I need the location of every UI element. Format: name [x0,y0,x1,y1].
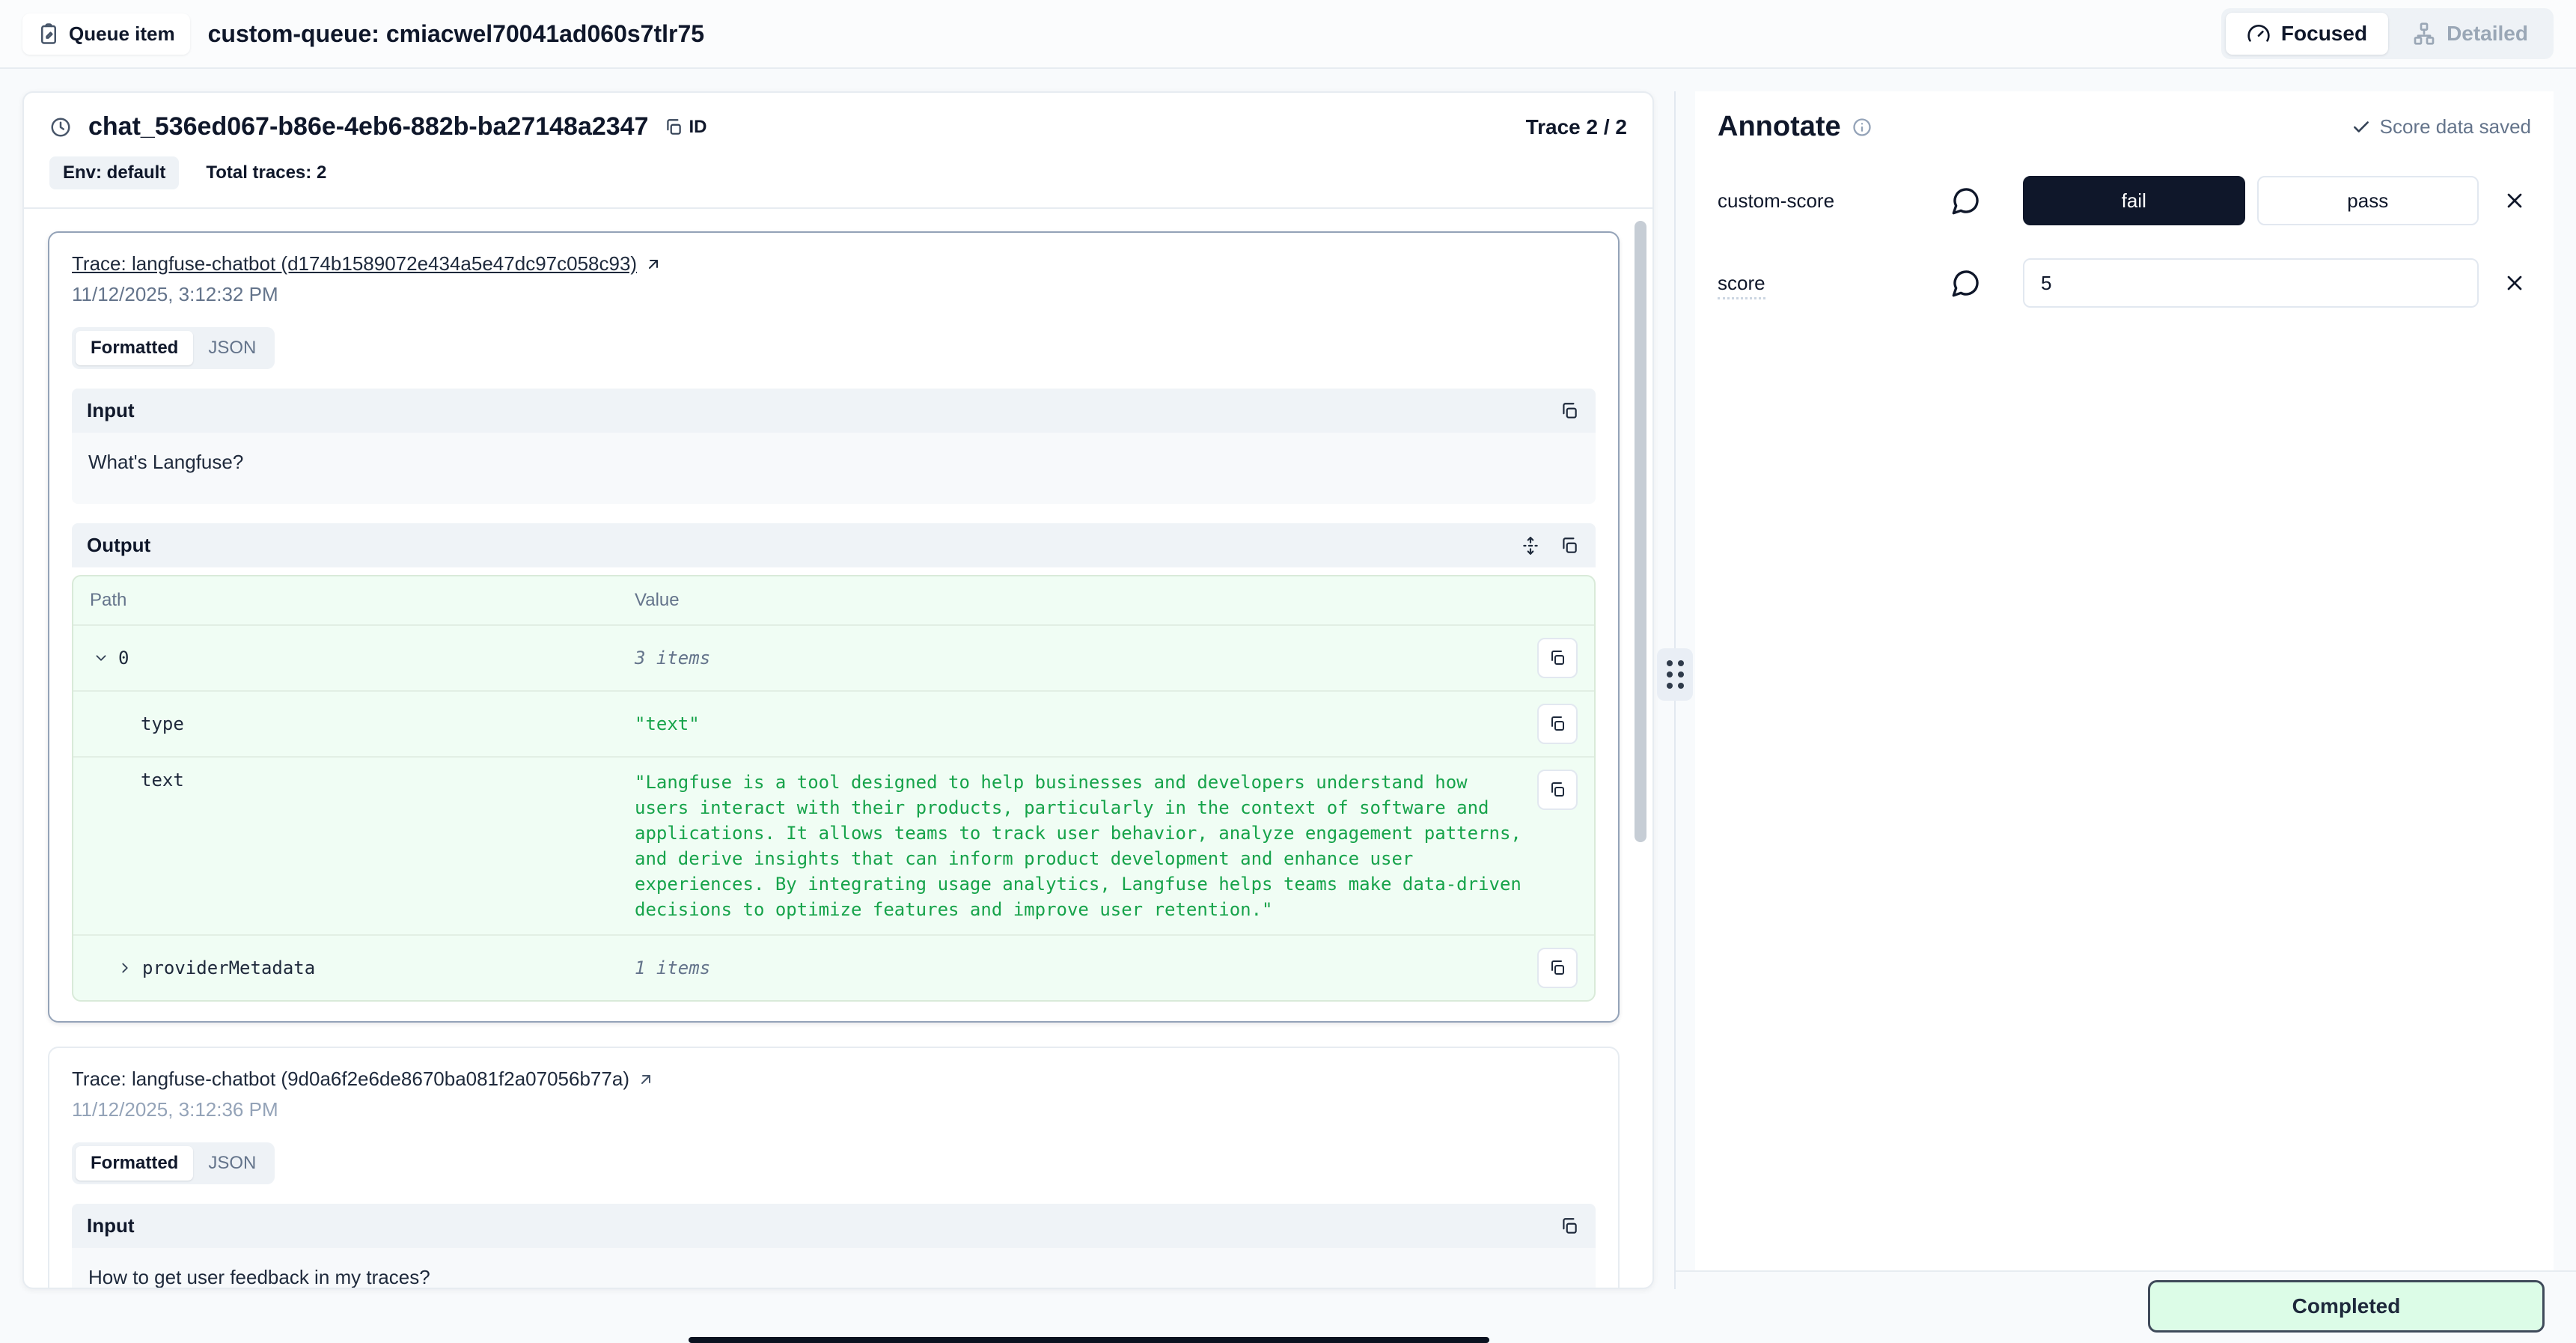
detailed-view-label: Detailed [2447,22,2528,46]
trace-1-output-section: Output Path Value [72,523,1596,1002]
input-label: Input [87,1214,135,1237]
trace-2-link[interactable]: Trace: langfuse-chatbot (9d0a6f2e6de8670… [72,1068,655,1091]
env-badge: Env: default [49,156,179,189]
trace-counter: Trace 2 / 2 [1526,115,1627,139]
chevron-down-icon[interactable] [93,650,109,666]
json-key: 0 [118,648,129,669]
trace-card-2: Trace: langfuse-chatbot (9d0a6f2e6de8670… [48,1047,1620,1288]
focused-view-label: Focused [2281,22,2367,46]
trace-1-timestamp: 11/12/2025, 3:12:32 PM [72,283,1596,306]
json-key: type [141,713,184,734]
json-value: 3 items [635,648,1530,669]
vertical-scrollbar-thumb[interactable] [1635,221,1646,842]
detailed-view-button[interactable]: Detailed [2391,13,2549,55]
queue-item-badge: Queue item [22,13,190,55]
delete-score-icon[interactable] [2498,267,2531,299]
copy-id-button[interactable]: ID [661,114,710,141]
trace-card-1: Trace: langfuse-chatbot (d174b1589072e43… [48,231,1620,1023]
json-key: providerMetadata [142,957,315,978]
json-value: 1 items [635,957,1530,978]
panel-resize-handle[interactable] [1657,648,1693,701]
info-icon[interactable] [1852,117,1873,138]
completed-button[interactable]: Completed [2148,1280,2545,1333]
comment-icon[interactable] [1951,268,1981,298]
column-value: Value [635,590,1578,611]
column-path: Path [90,590,635,611]
pass-option-button[interactable]: pass [2257,176,2479,225]
item-id-title: chat_536ed067-b86e-4eb6-882b-ba27148a234… [88,112,649,141]
tree-network-icon [2412,22,2436,46]
chevron-right-icon[interactable] [117,960,133,976]
json-row-0: 0 3 items [73,626,1594,692]
trace-1-link-label: Trace: langfuse-chatbot (d174b1589072e43… [72,252,637,275]
trace-1-link[interactable]: Trace: langfuse-chatbot (d174b1589072e43… [72,252,662,275]
json-key: text [141,770,184,791]
score-label: score [1718,272,1765,299]
trace-2-timestamp: 11/12/2025, 3:12:36 PM [72,1098,1596,1121]
panel-header: chat_536ed067-b86e-4eb6-882b-ba27148a234… [24,93,1652,207]
trace-2-format-tabs: Formatted JSON [72,1142,275,1184]
copy-input-button[interactable] [1558,1215,1581,1237]
save-status-label: Score data saved [2380,115,2531,138]
annotate-panel: Annotate Score data saved custom-score f… [1695,91,2554,1270]
json-value: "Langfuse is a tool designed to help bus… [635,770,1530,922]
copy-row-button[interactable] [1537,638,1578,678]
input-label: Input [87,399,135,422]
id-label: ID [689,117,707,138]
gauge-icon [2247,22,2271,46]
copy-row-button[interactable] [1537,704,1578,744]
queue-item-badge-label: Queue item [69,22,175,46]
tab-formatted[interactable]: Formatted [76,1146,193,1181]
tab-formatted[interactable]: Formatted [76,331,193,365]
trace-list: Trace: langfuse-chatbot (d174b1589072e43… [24,209,1652,1288]
copy-input-button[interactable] [1558,400,1581,422]
comment-icon[interactable] [1951,186,1981,216]
custom-score-label: custom-score [1718,189,1951,213]
json-value: "text" [635,713,1530,734]
trace-2-link-label: Trace: langfuse-chatbot (9d0a6f2e6de8670… [72,1068,629,1091]
json-row-providermetadata: providerMetadata 1 items [73,936,1594,1000]
json-table-header: Path Value [73,576,1594,626]
expand-output-button[interactable] [1519,535,1542,557]
total-traces-label: Total traces: 2 [206,162,326,183]
trace-2-input-section: Input How to get user feedback in my tra… [72,1204,1596,1288]
json-row-type: type "text" [73,692,1594,758]
copy-row-button[interactable] [1537,770,1578,810]
output-json-table: Path Value 0 3 items [72,575,1596,1002]
tab-json[interactable]: JSON [193,1146,271,1181]
tab-json[interactable]: JSON [193,331,271,365]
output-label: Output [87,534,150,557]
queue-item-panel: chat_536ed067-b86e-4eb6-882b-ba27148a234… [22,91,1654,1289]
bottom-edge-bar [689,1337,1489,1343]
annotate-title: Annotate [1718,111,1841,143]
json-row-text: text "Langfuse is a tool designed to hel… [73,758,1594,936]
focused-view-button[interactable]: Focused [2226,13,2388,55]
page-title: custom-queue: cmiacwel70041ad060s7tlr75 [208,20,704,48]
delete-score-icon[interactable] [2498,184,2531,217]
clipboard-pen-icon [37,22,60,45]
trace-1-input-value: What's Langfuse? [88,451,1579,474]
copy-output-button[interactable] [1558,535,1581,557]
view-mode-toggle: Focused Detailed [2221,8,2554,59]
trace-1-format-tabs: Formatted JSON [72,327,275,369]
top-bar: Queue item custom-queue: cmiacwel70041ad… [0,0,2576,69]
clock-icon [49,116,72,138]
score-row-score: score [1718,258,2531,308]
copy-icon [664,118,683,137]
save-status: Score data saved [2351,115,2531,138]
trace-1-input-section: Input What's Langfuse? [72,389,1596,504]
fail-option-button[interactable]: fail [2023,176,2245,225]
check-icon [2351,118,2371,137]
external-link-icon [644,255,662,273]
trace-2-input-value: How to get user feedback in my traces? [88,1266,1579,1288]
score-row-custom-score: custom-score fail pass [1718,176,2531,225]
score-value-input[interactable] [2023,258,2479,308]
external-link-icon [637,1071,655,1088]
copy-row-button[interactable] [1537,948,1578,988]
